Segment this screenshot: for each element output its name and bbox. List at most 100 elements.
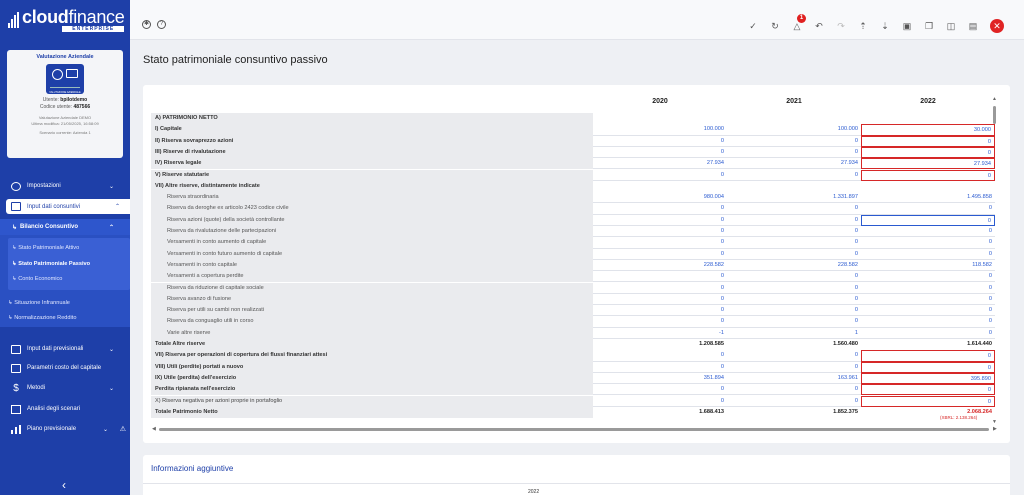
refresh-icon[interactable]: ↻ [770, 21, 780, 31]
scroll-left-icon[interactable]: ◀ [152, 426, 156, 432]
value-input[interactable]: 0 [593, 316, 727, 328]
value-input[interactable]: 0 [727, 293, 861, 306]
value-input[interactable]: 0 [593, 282, 727, 294]
nav-piano[interactable]: Piano previsionale ⌄ ⚠ [0, 423, 130, 435]
value-input[interactable]: 0 [861, 271, 995, 283]
help-icon[interactable]: ? [157, 20, 166, 29]
nav-input-previsionali[interactable]: Input dati previsionali ⌄ [0, 343, 130, 355]
value-input[interactable]: 0 [593, 305, 727, 317]
copy-icon[interactable]: ❐ [924, 21, 934, 31]
value-input[interactable]: 0 [593, 237, 727, 249]
value-input[interactable]: 0 [861, 237, 995, 249]
close-icon[interactable]: ✕ [990, 19, 1004, 33]
value-input[interactable]: 0 [727, 271, 861, 283]
value-input[interactable]: 0 [727, 248, 861, 260]
scroll-up-icon[interactable]: ▲ [992, 96, 997, 102]
check-icon[interactable]: ✓ [748, 21, 758, 31]
value-input[interactable]: -1 [593, 327, 727, 339]
value-input[interactable]: 0 [727, 395, 861, 407]
nav-analisi[interactable]: Analisi degli scenari [0, 403, 130, 415]
value-input[interactable]: 0 [593, 203, 727, 215]
save-icon[interactable]: ▣ [902, 21, 912, 31]
value-input[interactable]: 0 [861, 203, 995, 215]
nav-situazione-infrannuale[interactable]: ↳ Situazione Infrannuale [8, 300, 70, 306]
nav-parametri[interactable]: Parametri costo del capitale [0, 362, 130, 374]
nav-input-consuntivi[interactable]: Input dati consuntivi ⌃ [6, 199, 130, 214]
value-input[interactable]: 0 [861, 282, 995, 294]
value-input[interactable]: 0 [727, 305, 861, 317]
value-input[interactable]: 0 [861, 384, 995, 396]
settings-icon[interactable]: ✱ [142, 20, 151, 29]
nav-sp-passivo[interactable]: ↳ Stato Patrimoniale Passivo [12, 261, 90, 267]
value-input[interactable]: 100.000 [727, 124, 861, 136]
value-input[interactable]: 30.000 [861, 124, 995, 136]
horizontal-scrollbar[interactable] [159, 428, 989, 431]
value-input[interactable]: 1.331.897 [727, 192, 861, 204]
nav-sp-attivo[interactable]: ↳ Stato Patrimoniale Attivo [12, 245, 79, 251]
value-input[interactable]: 0 [861, 316, 995, 328]
value-input[interactable]: 0 [727, 282, 861, 294]
value-input[interactable]: 0 [861, 361, 995, 373]
value-input[interactable]: 1.495.858 [861, 192, 995, 204]
value-input[interactable]: 0 [593, 169, 727, 181]
value-input[interactable]: 163.961 [727, 372, 861, 385]
value-input[interactable]: 0 [861, 293, 995, 306]
value-input[interactable]: 0 [593, 248, 727, 260]
upload-icon[interactable]: ⇡ [858, 21, 868, 31]
value-input[interactable]: 0 [861, 395, 995, 407]
value-input[interactable]: 0 [727, 350, 861, 362]
value-input[interactable]: 0 [593, 361, 727, 373]
value-input[interactable]: 1 [727, 327, 861, 339]
value-input[interactable]: 0 [727, 214, 861, 226]
value-input[interactable]: 395.890 [861, 372, 995, 385]
value-input[interactable]: 0 [593, 214, 727, 226]
nav-conto-economico[interactable]: ↳ Conto Economico [12, 276, 62, 282]
value-input[interactable]: 0 [727, 203, 861, 215]
value-input[interactable]: 118.582 [861, 259, 995, 272]
value-input[interactable]: 0 [727, 169, 861, 181]
nav-metodi[interactable]: $ Metodi ⌄ [0, 382, 130, 394]
nav-bilancio-consuntivo[interactable]: ↳ Bilancio Consuntivo ⌃ [0, 219, 130, 235]
value-input[interactable]: 0 [861, 305, 995, 317]
undo-icon[interactable]: ↶ [814, 21, 824, 31]
download-icon[interactable]: ⇣ [880, 21, 890, 31]
value-input[interactable]: 0 [593, 146, 727, 159]
collapse-sidebar-icon[interactable]: ‹ [62, 478, 66, 492]
value-input[interactable]: 0 [727, 237, 861, 249]
nav-impostazioni[interactable]: Impostazioni ⌄ [0, 180, 130, 192]
alert-icon[interactable]: △ 1 [792, 14, 806, 31]
value-input[interactable]: 0 [727, 226, 861, 238]
scroll-down-icon[interactable]: ▼ [992, 419, 997, 425]
value-input[interactable]: 0 [593, 271, 727, 283]
value-input[interactable]: 27.934 [861, 158, 995, 170]
value-input[interactable]: 0 [727, 146, 861, 159]
vertical-scrollbar[interactable] [993, 106, 996, 124]
nav-normalizzazione[interactable]: ↳ Normalizzazione Reddito [8, 315, 76, 321]
value-input[interactable]: 27.934 [727, 158, 861, 170]
value-input[interactable]: 228.582 [727, 259, 861, 272]
value-input[interactable]: 0 [861, 169, 995, 181]
value-input[interactable]: 0 [861, 214, 995, 226]
value-input[interactable]: 0 [593, 384, 727, 396]
layout-icon[interactable]: ▤ [968, 21, 978, 31]
value-input[interactable]: 0 [861, 226, 995, 238]
scroll-right-icon[interactable]: ▶ [993, 426, 997, 432]
value-input[interactable]: 0 [593, 226, 727, 238]
value-input[interactable]: 100.000 [593, 124, 727, 136]
value-input[interactable]: 0 [861, 248, 995, 260]
value-input[interactable]: 0 [593, 293, 727, 306]
value-input[interactable]: 0 [727, 135, 861, 147]
value-input[interactable]: 0 [861, 135, 995, 147]
columns-icon[interactable]: ◫ [946, 21, 956, 31]
value-input[interactable]: 0 [727, 316, 861, 328]
value-input[interactable]: 0 [861, 327, 995, 339]
value-input[interactable]: 0 [727, 384, 861, 396]
value-input[interactable]: 0 [593, 135, 727, 147]
value-input[interactable]: 228.582 [593, 259, 727, 272]
value-input[interactable]: 0 [727, 361, 861, 373]
value-input[interactable]: 27.934 [593, 158, 727, 170]
value-input[interactable]: 0 [593, 350, 727, 362]
value-input[interactable]: 0 [861, 350, 995, 362]
value-input[interactable]: 351.894 [593, 372, 727, 385]
value-input[interactable]: 0 [593, 395, 727, 407]
